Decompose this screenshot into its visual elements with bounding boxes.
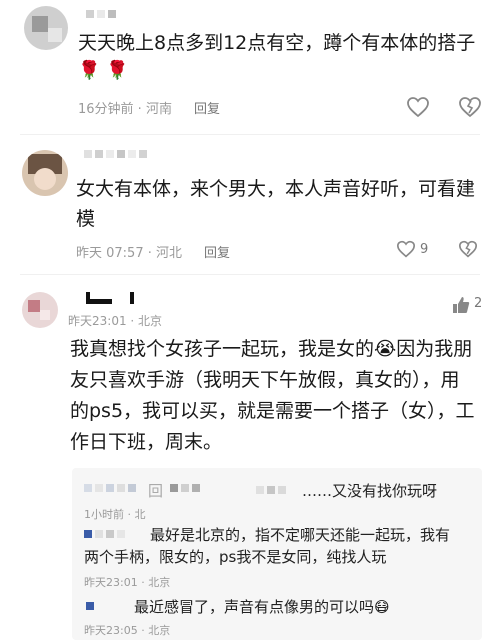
- time-location: 16分钟前 · 河南: [78, 102, 172, 117]
- time-location: 昨天 07:57 · 河北: [76, 246, 182, 261]
- username-mosaic: [86, 10, 116, 18]
- thumbs-up-icon[interactable]: [452, 296, 470, 314]
- reply-text: 最好是北京的，指不定哪天还能一起玩，我有两个手柄，限女的，ps我不是女同，纯找人…: [84, 526, 451, 566]
- reply-username-mosaic: [84, 484, 136, 492]
- divider: [20, 134, 480, 135]
- reply-time: 昨天23:01 · 北京: [84, 576, 171, 589]
- comment-text: 天天晚上8点多到12点有空，蹲个有本体的搭子: [78, 32, 476, 54]
- reply-text: ……又没有找你玩呀: [302, 482, 438, 500]
- reply-username-mosaic: [256, 486, 286, 494]
- like-count: 2: [474, 296, 483, 311]
- comment-text: 女大有本体，来个男大，本人声音好听，可看建模: [76, 178, 476, 230]
- comment-meta: 昨天 07:57 · 河北 回复: [76, 242, 230, 261]
- emoji-line: 🌹🌹: [78, 60, 135, 81]
- divider: [20, 274, 480, 275]
- avatar[interactable]: [22, 150, 68, 196]
- reply-prefix: 回: [148, 482, 164, 500]
- avatar[interactable]: [24, 6, 68, 50]
- dislike-icon[interactable]: [458, 96, 482, 118]
- heart-icon[interactable]: [396, 240, 416, 258]
- reply-time: 1小时前 · 北: [84, 508, 146, 521]
- avatar[interactable]: [22, 292, 58, 328]
- dislike-icon[interactable]: [458, 240, 478, 258]
- username-mosaic: [86, 292, 166, 306]
- reply-text: 最近感冒了，声音有点像男的可以吗😷: [134, 598, 390, 616]
- reply-button[interactable]: 回复: [194, 102, 220, 117]
- reply-username-mosaic: [170, 484, 200, 492]
- like-count: 9: [420, 242, 429, 257]
- reply-button[interactable]: 回复: [204, 246, 230, 261]
- comment-text: 我真想找个女孩子一起玩，我是女的😭因为我朋友只喜欢手游（我明天下午放假，真女的）…: [70, 338, 475, 453]
- comment-meta: 16分钟前 · 河南 回复: [78, 98, 220, 117]
- reply-time: 昨天23:05 · 北京: [84, 624, 171, 637]
- time-location: 昨天23:01 · 北京: [68, 314, 163, 328]
- username-mosaic: [84, 150, 147, 158]
- reply-username-mosaic: [86, 602, 94, 610]
- heart-icon[interactable]: [406, 96, 430, 118]
